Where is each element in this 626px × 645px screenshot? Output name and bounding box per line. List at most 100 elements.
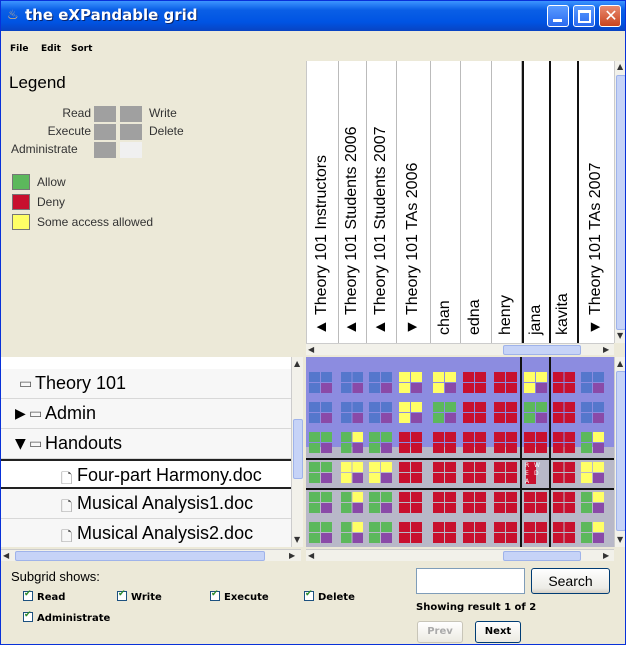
access-grid[interactable]: RWEDA	[306, 357, 614, 547]
grid-cell-part	[352, 533, 363, 543]
grid-cell-part	[494, 413, 505, 423]
cell-permission-letter: R	[525, 462, 529, 469]
grid-cell-part	[475, 492, 486, 502]
column-header-2[interactable]: ▲ Theory 101 Students 2007	[367, 61, 397, 343]
column-header-vscroll[interactable]: ▲ ▼	[614, 61, 625, 343]
search-button[interactable]: Search	[531, 568, 610, 594]
tree-row[interactable]: 🗋 Musical Analysis1.doc	[1, 489, 291, 519]
grid-cell-part	[309, 503, 320, 513]
grid-cell-part	[581, 503, 592, 513]
tree-row[interactable]: ▶ ▭ Admin	[1, 399, 291, 429]
minimize-button[interactable]	[547, 5, 569, 27]
grid-cell-part	[321, 432, 332, 442]
grid-cell-part	[593, 492, 604, 502]
grid-cell-part	[352, 443, 363, 453]
grid-cell-part	[564, 462, 575, 472]
column-header-0[interactable]: ▲ Theory 101 Instructors	[307, 61, 339, 343]
grid-cell-part	[411, 522, 422, 532]
grid-cell-part	[411, 372, 422, 382]
grid-cell-part	[463, 432, 474, 442]
write-checkbox[interactable]: Write	[117, 589, 162, 603]
collapse-icon[interactable]: ▼	[15, 436, 26, 452]
grid-cell-part	[564, 432, 575, 442]
grid-cell-part	[524, 383, 535, 393]
legend-write-cell	[119, 105, 143, 123]
legend-administrate-label: Administrate	[11, 142, 78, 156]
title-bar[interactable]: ♨ the eXPandable grid ✕	[1, 1, 625, 31]
tree-row[interactable]: ▭ Theory 101	[1, 369, 291, 399]
column-header-4[interactable]: chan	[431, 61, 461, 343]
tree-hscroll[interactable]: ◀ ▶	[1, 549, 301, 561]
column-header-9[interactable]: ▼ Theory 101 TAs 2007	[579, 61, 614, 343]
grid-cell-part	[553, 383, 564, 393]
grid-cell-part	[445, 503, 456, 513]
grid-cell-part	[506, 372, 517, 382]
grid-cell-part	[433, 533, 444, 543]
close-icon: ✕	[604, 6, 618, 25]
tree-vscroll[interactable]: ▲ ▼	[291, 357, 303, 547]
grid-cell-part	[536, 402, 547, 412]
administrate-checkbox[interactable]: Administrate	[23, 610, 110, 624]
grid-cell-part	[433, 462, 444, 472]
column-header-7[interactable]: jana	[522, 61, 551, 343]
read-checkbox[interactable]: Read	[23, 589, 65, 603]
cell-permission-letter: D	[534, 470, 539, 477]
column-header-1[interactable]: ▲ Theory 101 Students 2006	[339, 61, 367, 343]
grid-cell-part	[581, 473, 592, 483]
grid-cell-part	[494, 492, 505, 502]
grid-cell-part	[321, 533, 332, 543]
menu-edit[interactable]: Edit	[41, 44, 61, 54]
grid-cell-part	[399, 383, 410, 393]
checkbox-icon	[117, 589, 127, 601]
grid-cell-part	[369, 443, 380, 453]
grid-cell-part	[475, 473, 486, 483]
grid-cell-part	[341, 372, 352, 382]
grid-cell-part	[321, 462, 332, 472]
next-button[interactable]: Next	[475, 621, 521, 643]
expand-icon[interactable]: ▶	[15, 406, 26, 422]
search-input[interactable]	[416, 568, 525, 594]
execute-checkbox[interactable]: Execute	[210, 589, 269, 603]
grid-cell-part	[309, 462, 320, 472]
column-header-6[interactable]: henry	[492, 61, 522, 343]
grid-cell-part	[399, 443, 410, 453]
grid-cell-part	[381, 462, 392, 472]
column-header-5[interactable]: edna	[461, 61, 492, 343]
column-header-label: edna	[466, 299, 483, 335]
grid-cell-part	[352, 503, 363, 513]
grid-vscroll[interactable]: ▲ ▼	[614, 357, 625, 547]
menu-sort[interactable]: Sort	[71, 44, 92, 54]
grid-hscroll[interactable]: ◀ ▶	[306, 549, 614, 561]
column-header-8[interactable]: kavita	[551, 61, 579, 343]
delete-checkbox[interactable]: Delete	[304, 589, 355, 603]
tree-row[interactable]: 🗋 Four-part Harmony.doc	[1, 459, 291, 489]
access-grid-canvas[interactable]: R WE DA	[306, 357, 614, 547]
grid-cell-part	[564, 402, 575, 412]
grid-cell-part	[411, 413, 422, 423]
column-header-label: ▼ Theory 101 TAs 2007	[586, 162, 604, 335]
grid-cell-part	[564, 383, 575, 393]
grid-cell-part	[553, 443, 564, 453]
tree-row[interactable]: ▼ ▭ Handouts	[1, 429, 291, 459]
grid-cell-part	[494, 383, 505, 393]
grid-cell-part	[506, 443, 517, 453]
column-header-label: ▲ Theory 101 Students 2007	[371, 126, 389, 335]
column-header-hscroll[interactable]: ◀ ▶	[306, 343, 614, 355]
grid-cell-part	[524, 372, 535, 382]
column-header-label: jana	[526, 304, 544, 335]
menu-file[interactable]: File	[10, 44, 28, 54]
close-button[interactable]: ✕	[599, 5, 621, 27]
grid-cell-part	[399, 462, 410, 472]
column-header-label: kavita	[554, 293, 571, 335]
maximize-button[interactable]	[573, 5, 595, 27]
grid-cell-part	[352, 402, 363, 412]
grid-cell-part	[536, 413, 547, 423]
column-header-3[interactable]: ▼ Theory 101 TAs 2006	[397, 61, 431, 343]
tree-row[interactable]: 🗋 Musical Analysis2.doc	[1, 519, 291, 547]
legend-panel: Legend Read Write Execute Delete Adminis…	[1, 61, 303, 351]
grid-cell-part	[524, 522, 535, 532]
prev-button[interactable]: Prev	[417, 621, 463, 643]
deny-label: Deny	[37, 195, 66, 209]
tree-row-label: Theory 101	[35, 373, 127, 393]
grid-cell-part	[536, 432, 547, 442]
